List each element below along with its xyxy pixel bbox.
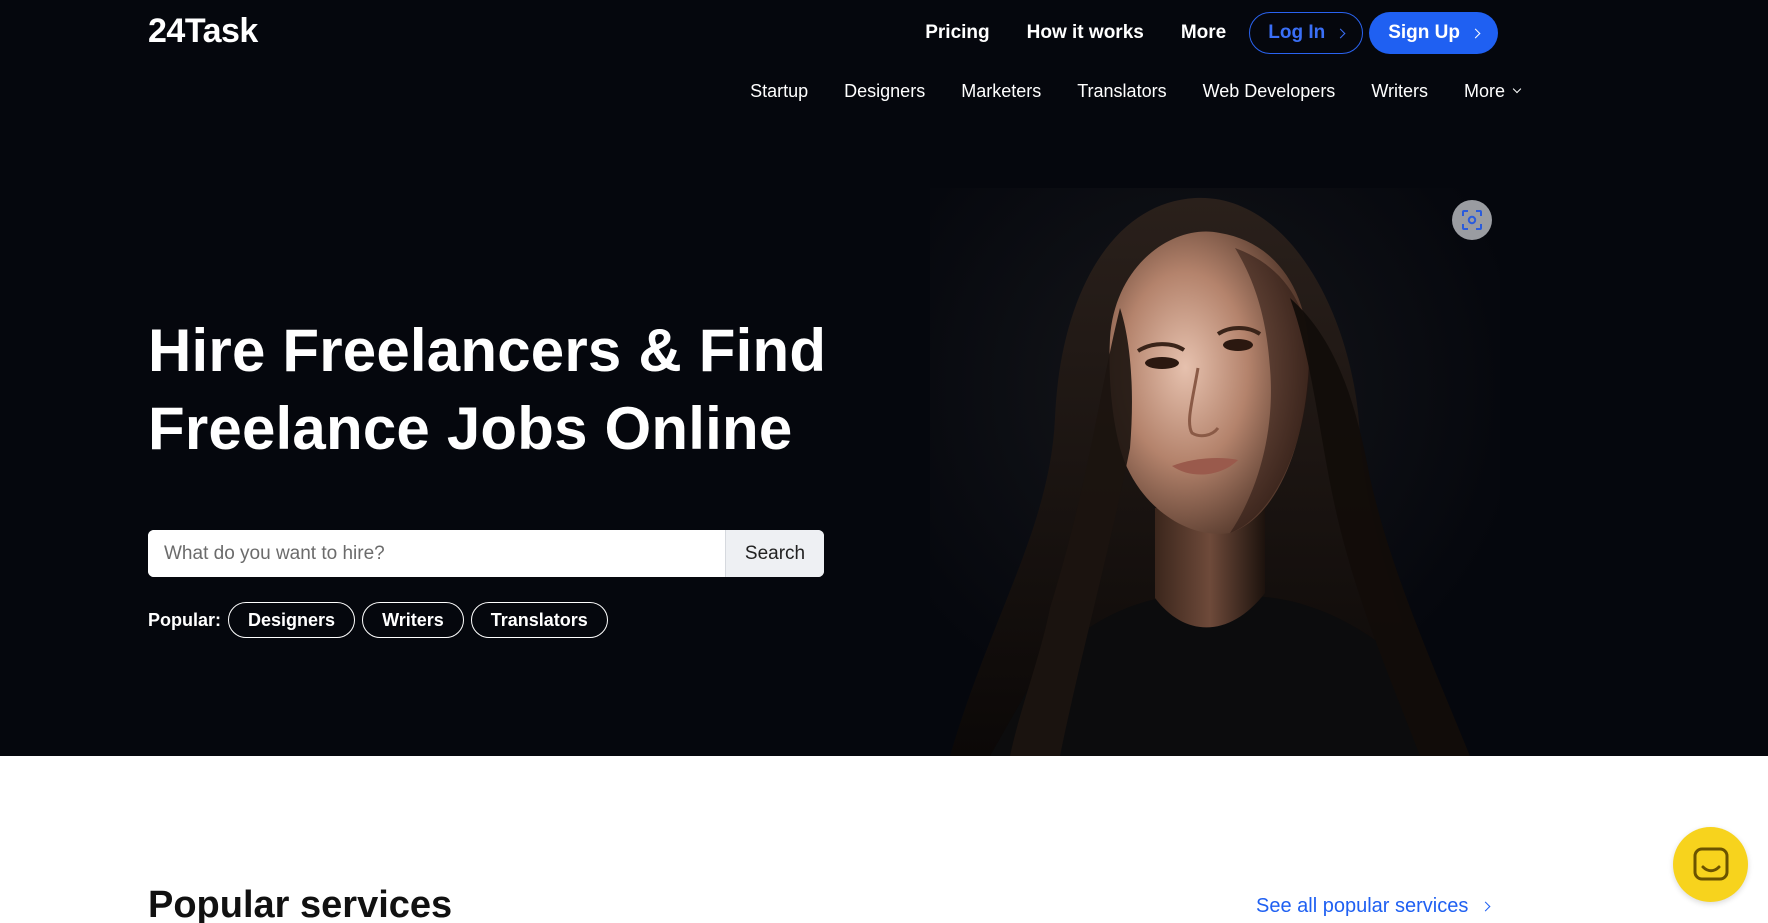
visual-search-button[interactable] [1452,200,1492,240]
search-bar: Search [148,530,824,577]
hero-section: 24Task Pricing How it works More Log In … [0,0,1768,756]
popular-tag-designers[interactable]: Designers [228,602,356,638]
popular-services-title: Popular services [148,884,453,923]
login-label: Log In [1268,22,1326,43]
popular-tag-writers[interactable]: Writers [362,602,464,638]
top-nav: Pricing How it works More Log In Sign Up [888,12,1498,54]
scan-icon [1462,210,1482,230]
chevron-right-icon [1470,28,1481,38]
chevron-down-icon [1512,84,1522,94]
signup-button[interactable]: Sign Up [1369,12,1498,54]
category-writers[interactable]: Writers [1371,81,1428,102]
nav-how-it-works[interactable]: How it works [1027,22,1144,44]
headline-line-1: Hire Freelancers & Find [148,317,827,384]
chevron-right-icon [1335,28,1346,38]
category-more-dropdown[interactable]: More [1463,80,1522,102]
chevron-right-icon [1480,901,1491,912]
search-input[interactable] [148,530,725,577]
headline-line-2: Freelance Jobs Online [148,395,793,462]
popular-tag-translators[interactable]: Translators [470,602,608,638]
chat-icon [1693,847,1728,880]
see-all-services-link[interactable]: See all popular services [1256,895,1491,918]
hero-portrait-image [930,188,1500,756]
category-translators[interactable]: Translators [1077,81,1166,102]
category-startup[interactable]: Startup [750,81,808,102]
logo[interactable]: 24Task [148,12,258,51]
page-title: Hire Freelancers & Find Freelance Jobs O… [148,312,868,468]
signup-label: Sign Up [1388,22,1460,43]
category-web-developers[interactable]: Web Developers [1203,81,1336,102]
category-nav: Startup Designers Marketers Translators … [714,78,1522,104]
chat-widget-button[interactable] [1673,827,1748,902]
category-more-label: More [1463,80,1505,101]
search-button[interactable]: Search [725,530,824,577]
nav-more[interactable]: More [1181,22,1226,44]
see-all-label: See all popular services [1256,895,1469,917]
nav-pricing[interactable]: Pricing [925,22,989,44]
popular-tags: Popular: Designers Writers Translators [148,602,615,638]
popular-label: Popular: [148,609,222,630]
category-marketers[interactable]: Marketers [961,81,1041,102]
category-designers[interactable]: Designers [844,81,925,102]
login-button[interactable]: Log In [1249,12,1364,54]
